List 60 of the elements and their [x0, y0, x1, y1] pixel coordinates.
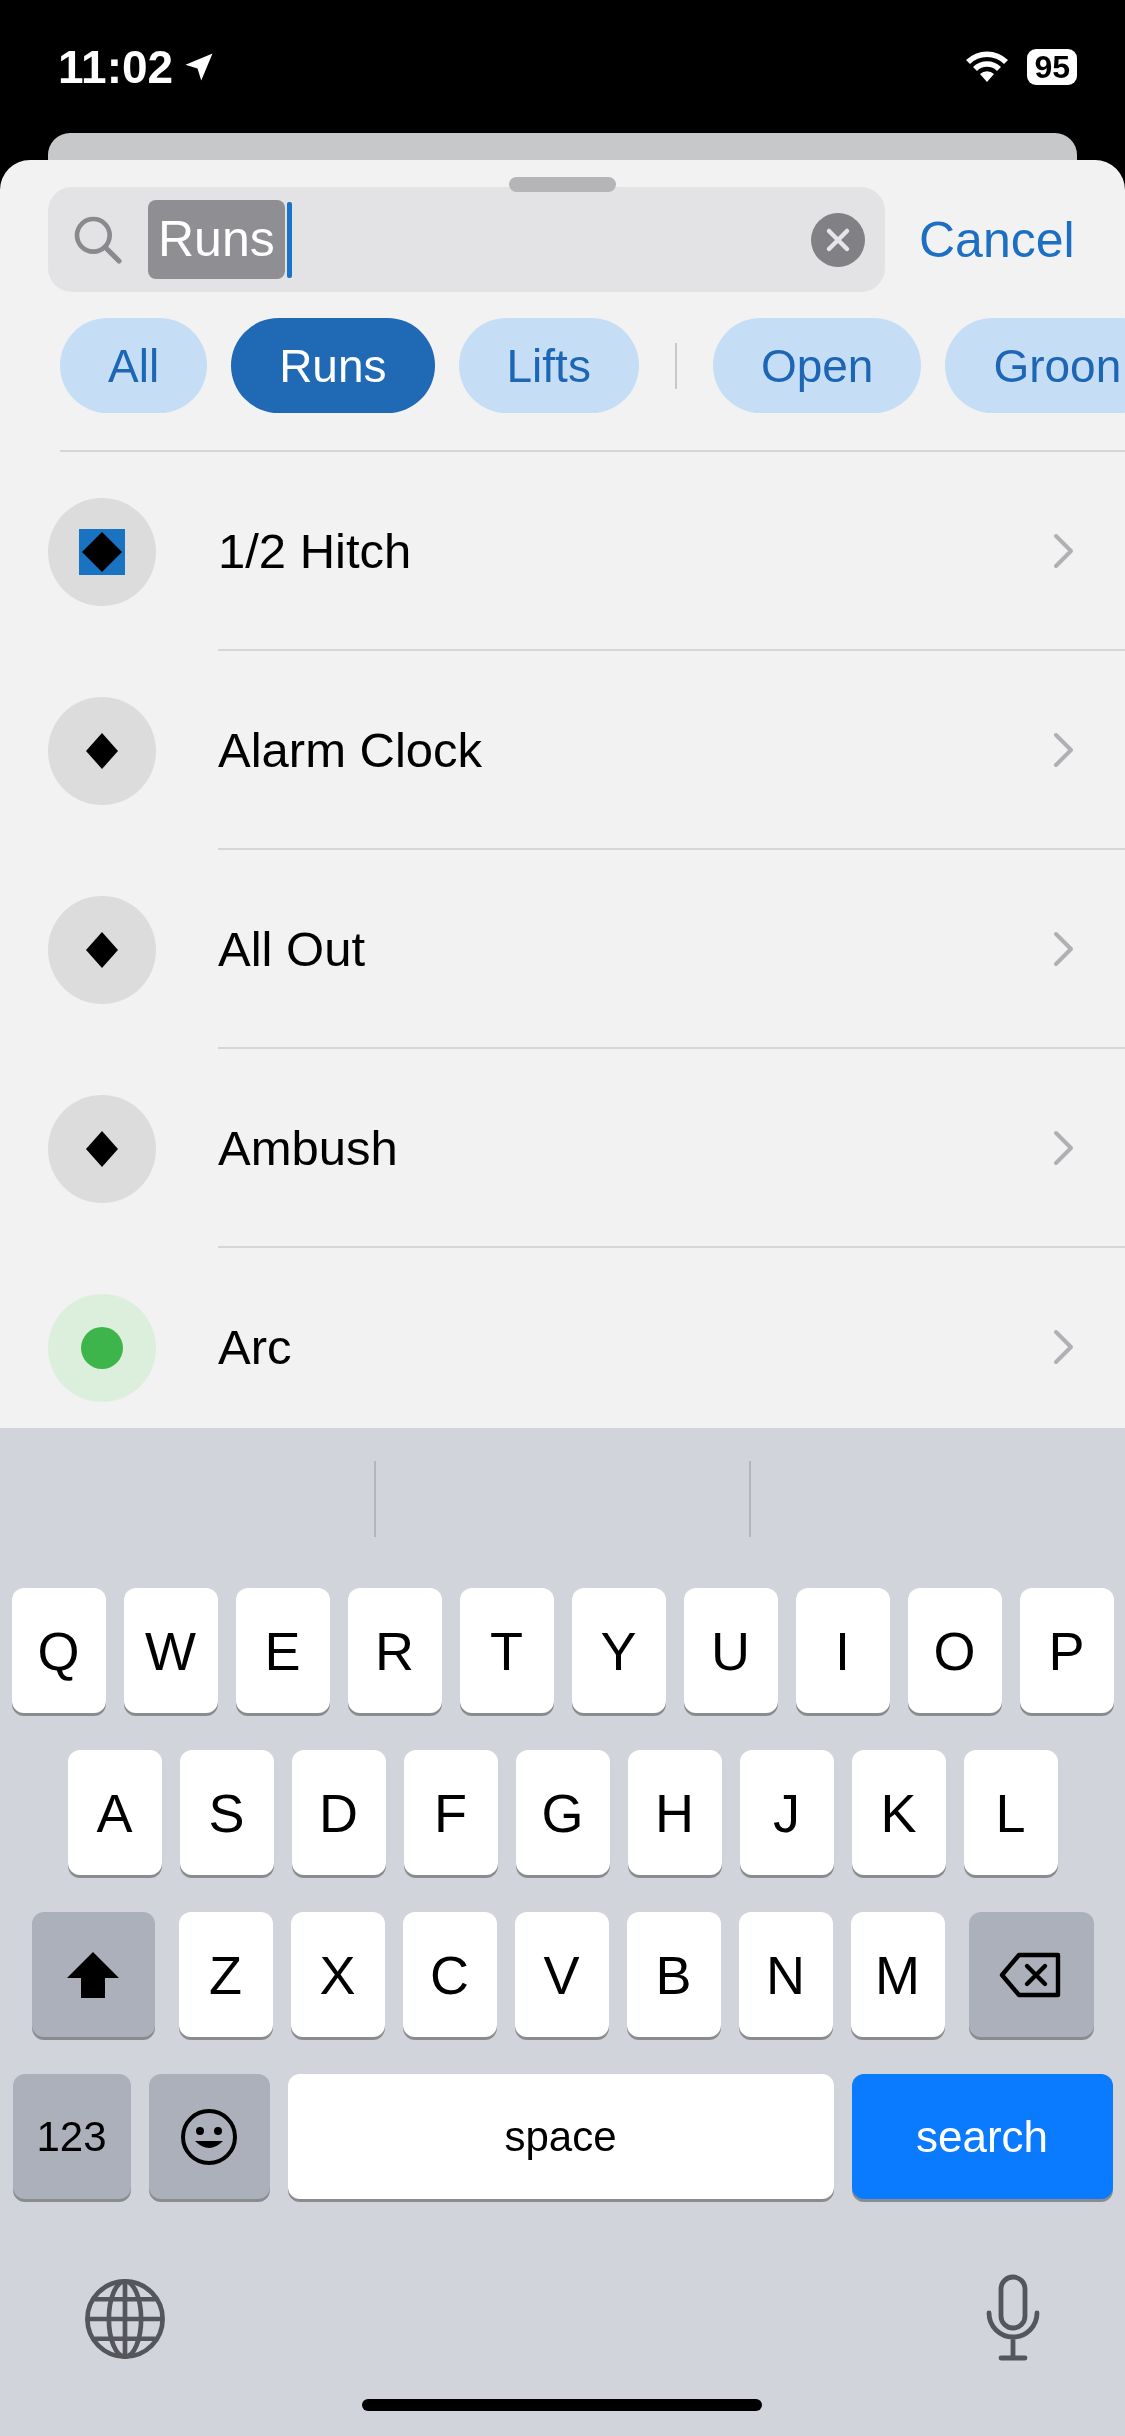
- run-name: Arc: [218, 1318, 292, 1375]
- clock-time: 11:02: [58, 39, 174, 94]
- keyboard-key[interactable]: U: [683, 1588, 778, 1713]
- keyboard-key[interactable]: M: [850, 1912, 945, 2037]
- numbers-key[interactable]: 123: [12, 2074, 131, 2199]
- keyboard-key[interactable]: R: [347, 1588, 442, 1713]
- chevron-icon: [1053, 532, 1075, 569]
- keyboard-key[interactable]: J: [739, 1750, 834, 1875]
- keyboard-key[interactable]: K: [851, 1750, 946, 1875]
- result-row[interactable]: All Out: [48, 850, 1125, 1049]
- filter-chip[interactable]: Open: [712, 318, 922, 413]
- keyboard-key[interactable]: I: [795, 1588, 890, 1713]
- keyboard-key[interactable]: Y: [571, 1588, 666, 1713]
- filter-chip[interactable]: Lifts: [458, 318, 639, 413]
- keyboard-key[interactable]: E: [235, 1588, 330, 1713]
- chevron-icon: [1053, 731, 1075, 768]
- keyboard-key[interactable]: Q: [11, 1588, 106, 1713]
- run-name: 1/2 Hitch: [218, 522, 412, 579]
- run-name: All Out: [218, 920, 366, 977]
- keyboard-key[interactable]: X: [290, 1912, 385, 2037]
- filter-chip[interactable]: Groon: [945, 318, 1125, 413]
- filter-chip[interactable]: Runs: [231, 318, 435, 413]
- smiley-icon: [179, 2106, 239, 2167]
- keyboard-key[interactable]: N: [738, 1912, 833, 2037]
- shift-arrow-icon: [65, 1949, 121, 2000]
- keyboard-key[interactable]: V: [514, 1912, 609, 2037]
- backspace-icon: [999, 1951, 1063, 1998]
- keyboard-key[interactable]: B: [626, 1912, 721, 2037]
- delete-key[interactable]: [968, 1912, 1094, 2037]
- keyboard-key[interactable]: S: [179, 1750, 274, 1875]
- keyboard-key[interactable]: P: [1019, 1588, 1114, 1713]
- keyboard-key[interactable]: T: [459, 1588, 554, 1713]
- keyboard-key[interactable]: H: [627, 1750, 722, 1875]
- result-row[interactable]: Ambush: [48, 1049, 1125, 1248]
- keyboard-key[interactable]: C: [402, 1912, 497, 2037]
- keyboard-key[interactable]: L: [963, 1750, 1058, 1875]
- battery-indicator: 95: [1027, 48, 1077, 85]
- space-key[interactable]: space: [287, 2074, 834, 2199]
- cancel-button[interactable]: Cancel: [919, 210, 1075, 269]
- chevron-icon: [1053, 1129, 1075, 1166]
- keyboard-key[interactable]: W: [123, 1588, 218, 1713]
- run-name: Alarm Clock: [218, 721, 483, 778]
- chevron-icon: [1053, 930, 1075, 967]
- shift-key[interactable]: [31, 1912, 155, 2037]
- keyboard-key[interactable]: Z: [178, 1912, 273, 2037]
- emoji-key[interactable]: [148, 2074, 270, 2199]
- filter-chip[interactable]: All: [60, 318, 208, 413]
- wifi-icon: [965, 49, 1010, 84]
- result-row[interactable]: 1/2 Hitch: [48, 452, 1125, 651]
- search-key[interactable]: search: [851, 2074, 1113, 2199]
- keyboard-key[interactable]: O: [907, 1588, 1002, 1713]
- result-row[interactable]: Alarm Clock: [48, 651, 1125, 850]
- run-name: Ambush: [218, 1119, 398, 1176]
- keyboard-key[interactable]: A: [67, 1750, 162, 1875]
- chevron-icon: [1053, 1328, 1075, 1365]
- keyboard-key[interactable]: F: [403, 1750, 498, 1875]
- keyboard-key[interactable]: D: [291, 1750, 386, 1875]
- keyboard-key[interactable]: G: [515, 1750, 610, 1875]
- globe-icon[interactable]: [82, 2276, 168, 2362]
- clear-icon[interactable]: [811, 212, 865, 267]
